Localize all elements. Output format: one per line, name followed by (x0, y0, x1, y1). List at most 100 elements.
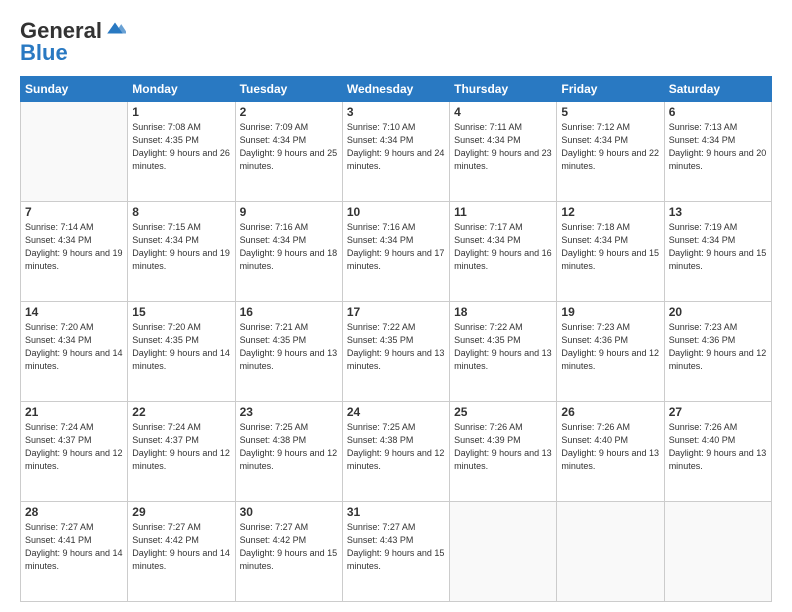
day-number: 29 (132, 505, 230, 519)
day-cell: 5 Sunrise: 7:12 AMSunset: 4:34 PMDaylight… (557, 102, 664, 202)
day-cell: 11 Sunrise: 7:17 AMSunset: 4:34 PMDayligh… (450, 202, 557, 302)
day-number: 5 (561, 105, 659, 119)
day-number: 10 (347, 205, 445, 219)
day-info: Sunrise: 7:24 AMSunset: 4:37 PMDaylight:… (132, 421, 230, 473)
week-row-2: 14 Sunrise: 7:20 AMSunset: 4:34 PMDayligh… (21, 302, 772, 402)
day-number: 27 (669, 405, 767, 419)
day-cell: 25 Sunrise: 7:26 AMSunset: 4:39 PMDayligh… (450, 402, 557, 502)
day-info: Sunrise: 7:26 AMSunset: 4:40 PMDaylight:… (561, 421, 659, 473)
day-info: Sunrise: 7:10 AMSunset: 4:34 PMDaylight:… (347, 121, 445, 173)
day-number: 2 (240, 105, 338, 119)
day-cell: 24Sunrise: 7:25 AMSunset: 4:38 PMDayligh… (342, 402, 449, 502)
weekday-wednesday: Wednesday (342, 77, 449, 102)
weekday-header-row: SundayMondayTuesdayWednesdayThursdayFrid… (21, 77, 772, 102)
day-cell: 8 Sunrise: 7:15 AMSunset: 4:34 PMDaylight… (128, 202, 235, 302)
day-info: Sunrise: 7:23 AMSunset: 4:36 PMDaylight:… (561, 321, 659, 373)
day-info: Sunrise: 7:17 AMSunset: 4:34 PMDaylight:… (454, 221, 552, 273)
day-info: Sunrise: 7:20 AMSunset: 4:34 PMDaylight:… (25, 321, 123, 373)
day-cell: 21 Sunrise: 7:24 AMSunset: 4:37 PMDayligh… (21, 402, 128, 502)
day-info: Sunrise: 7:20 AMSunset: 4:35 PMDaylight:… (132, 321, 230, 373)
day-info: Sunrise: 7:26 AMSunset: 4:39 PMDaylight:… (454, 421, 552, 473)
day-number: 26 (561, 405, 659, 419)
week-row-1: 7Sunrise: 7:14 AMSunset: 4:34 PMDaylight… (21, 202, 772, 302)
day-info: Sunrise: 7:15 AMSunset: 4:34 PMDaylight:… (132, 221, 230, 273)
day-cell: 19 Sunrise: 7:23 AMSunset: 4:36 PMDayligh… (557, 302, 664, 402)
day-number: 4 (454, 105, 552, 119)
day-number: 20 (669, 305, 767, 319)
day-info: Sunrise: 7:11 AMSunset: 4:34 PMDaylight:… (454, 121, 552, 173)
day-number: 19 (561, 305, 659, 319)
weekday-thursday: Thursday (450, 77, 557, 102)
day-number: 11 (454, 205, 552, 219)
day-cell: 9 Sunrise: 7:16 AMSunset: 4:34 PMDaylight… (235, 202, 342, 302)
weekday-friday: Friday (557, 77, 664, 102)
day-cell: 23 Sunrise: 7:25 AMSunset: 4:38 PMDayligh… (235, 402, 342, 502)
day-number: 14 (25, 305, 123, 319)
day-cell: 7Sunrise: 7:14 AMSunset: 4:34 PMDaylight… (21, 202, 128, 302)
day-info: Sunrise: 7:18 AMSunset: 4:34 PMDaylight:… (561, 221, 659, 273)
weekday-monday: Monday (128, 77, 235, 102)
day-info: Sunrise: 7:21 AMSunset: 4:35 PMDaylight:… (240, 321, 338, 373)
day-number: 17 (347, 305, 445, 319)
day-info: Sunrise: 7:22 AMSunset: 4:35 PMDaylight:… (454, 321, 552, 373)
day-cell (557, 502, 664, 602)
day-cell: 28Sunrise: 7:27 AMSunset: 4:41 PMDayligh… (21, 502, 128, 602)
day-cell: 3 Sunrise: 7:10 AMSunset: 4:34 PMDaylight… (342, 102, 449, 202)
week-row-4: 28Sunrise: 7:27 AMSunset: 4:41 PMDayligh… (21, 502, 772, 602)
day-cell: 26 Sunrise: 7:26 AMSunset: 4:40 PMDayligh… (557, 402, 664, 502)
day-info: Sunrise: 7:27 AMSunset: 4:43 PMDaylight:… (347, 521, 445, 573)
day-cell: 31Sunrise: 7:27 AMSunset: 4:43 PMDayligh… (342, 502, 449, 602)
day-cell: 18 Sunrise: 7:22 AMSunset: 4:35 PMDayligh… (450, 302, 557, 402)
day-cell: 15 Sunrise: 7:20 AMSunset: 4:35 PMDayligh… (128, 302, 235, 402)
day-info: Sunrise: 7:19 AMSunset: 4:34 PMDaylight:… (669, 221, 767, 273)
day-number: 1 (132, 105, 230, 119)
day-cell: 2 Sunrise: 7:09 AMSunset: 4:34 PMDaylight… (235, 102, 342, 202)
day-info: Sunrise: 7:25 AMSunset: 4:38 PMDaylight:… (347, 421, 445, 473)
day-number: 23 (240, 405, 338, 419)
day-cell: 12 Sunrise: 7:18 AMSunset: 4:34 PMDayligh… (557, 202, 664, 302)
day-number: 12 (561, 205, 659, 219)
weekday-tuesday: Tuesday (235, 77, 342, 102)
day-info: Sunrise: 7:23 AMSunset: 4:36 PMDaylight:… (669, 321, 767, 373)
day-number: 22 (132, 405, 230, 419)
day-number: 8 (132, 205, 230, 219)
day-cell (450, 502, 557, 602)
day-number: 15 (132, 305, 230, 319)
day-number: 25 (454, 405, 552, 419)
day-cell: 6Sunrise: 7:13 AMSunset: 4:34 PMDaylight… (664, 102, 771, 202)
weekday-sunday: Sunday (21, 77, 128, 102)
day-number: 28 (25, 505, 123, 519)
day-info: Sunrise: 7:16 AMSunset: 4:34 PMDaylight:… (240, 221, 338, 273)
day-cell: 20 Sunrise: 7:23 AMSunset: 4:36 PMDayligh… (664, 302, 771, 402)
header: General Blue (20, 18, 772, 66)
day-info: Sunrise: 7:24 AMSunset: 4:37 PMDaylight:… (25, 421, 123, 473)
day-info: Sunrise: 7:12 AMSunset: 4:34 PMDaylight:… (561, 121, 659, 173)
day-info: Sunrise: 7:26 AMSunset: 4:40 PMDaylight:… (669, 421, 767, 473)
logo-icon (104, 21, 126, 35)
day-number: 13 (669, 205, 767, 219)
day-info: Sunrise: 7:25 AMSunset: 4:38 PMDaylight:… (240, 421, 338, 473)
day-cell: 10Sunrise: 7:16 AMSunset: 4:34 PMDayligh… (342, 202, 449, 302)
day-number: 30 (240, 505, 338, 519)
day-cell: 13 Sunrise: 7:19 AMSunset: 4:34 PMDayligh… (664, 202, 771, 302)
logo: General Blue (20, 18, 126, 66)
day-cell: 27 Sunrise: 7:26 AMSunset: 4:40 PMDayligh… (664, 402, 771, 502)
day-info: Sunrise: 7:09 AMSunset: 4:34 PMDaylight:… (240, 121, 338, 173)
day-number: 18 (454, 305, 552, 319)
day-number: 16 (240, 305, 338, 319)
day-cell: 14 Sunrise: 7:20 AMSunset: 4:34 PMDayligh… (21, 302, 128, 402)
weekday-saturday: Saturday (664, 77, 771, 102)
day-number: 21 (25, 405, 123, 419)
calendar: SundayMondayTuesdayWednesdayThursdayFrid… (20, 76, 772, 602)
day-cell (664, 502, 771, 602)
day-cell: 30 Sunrise: 7:27 AMSunset: 4:42 PMDayligh… (235, 502, 342, 602)
day-number: 3 (347, 105, 445, 119)
week-row-3: 21 Sunrise: 7:24 AMSunset: 4:37 PMDayligh… (21, 402, 772, 502)
day-cell: 22 Sunrise: 7:24 AMSunset: 4:37 PMDayligh… (128, 402, 235, 502)
day-number: 7 (25, 205, 123, 219)
day-info: Sunrise: 7:27 AMSunset: 4:42 PMDaylight:… (240, 521, 338, 573)
day-number: 9 (240, 205, 338, 219)
day-cell: 17Sunrise: 7:22 AMSunset: 4:35 PMDayligh… (342, 302, 449, 402)
day-cell: 4 Sunrise: 7:11 AMSunset: 4:34 PMDaylight… (450, 102, 557, 202)
day-info: Sunrise: 7:13 AMSunset: 4:34 PMDaylight:… (669, 121, 767, 173)
